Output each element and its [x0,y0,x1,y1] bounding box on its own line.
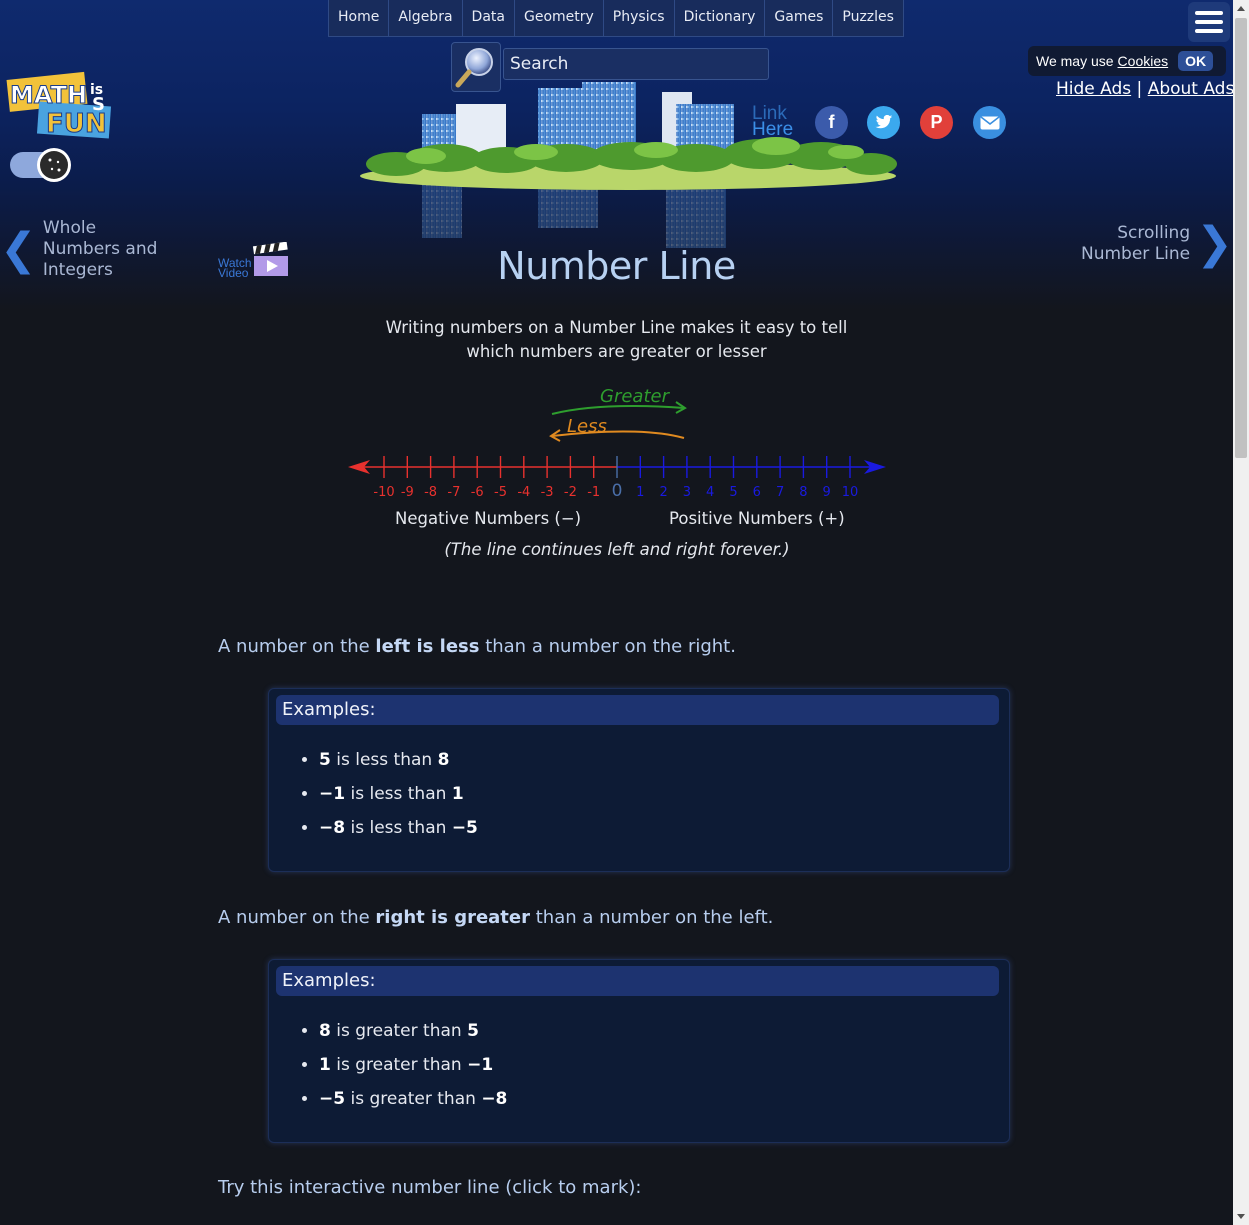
tick-label: 5 [729,485,737,500]
nav-puzzles[interactable]: Puzzles [833,0,903,36]
mathsisfun-logo: MATH is S FUN [6,71,112,140]
intro-line1: Writing numbers on a Number Line makes i… [385,318,848,337]
prev-line1: Whole [42,218,97,238]
interactive-intro: Try this interactive number line (click … [218,1177,642,1198]
about-ads-link[interactable]: About Ads [1148,79,1235,99]
tick-label: 6 [753,485,761,500]
email-icon[interactable] [973,106,1006,139]
examples-list: 8 is greater than 5 1 is greater than −1… [269,1014,1009,1116]
tick-label: -8 [424,485,437,500]
tick-label: -10 [373,485,394,500]
site-logo[interactable]: MATH is S FUN [6,70,114,142]
section-right-greater: A number on the right is greater than a … [218,907,773,928]
examples-header: Examples: [276,966,999,996]
tick-label: -2 [564,485,577,500]
cookie-text: We may use [1036,53,1114,69]
link-here-button[interactable]: Link Here [752,104,794,140]
section2-post: than a number on the left. [530,907,774,928]
intro-line2: which numbers are greater or lesser [466,342,767,361]
intro-text: Writing numbers on a Number Line makes i… [0,316,1233,364]
section2-bold: right is greater [375,907,530,928]
list-item: −1 is less than 1 [319,777,1009,811]
nav-games[interactable]: Games [765,0,834,36]
tick-label: -9 [401,485,414,500]
negative-numbers-label: Negative Numbers (−) [395,509,581,528]
pinterest-icon[interactable]: P [920,106,953,139]
list-item: −8 is less than −5 [319,811,1009,845]
menu-icon[interactable] [1188,2,1230,42]
zero-label: 0 [612,481,623,501]
section-left-less: A number on the left is less than a numb… [218,636,736,657]
list-item: 5 is less than 8 [319,743,1009,777]
tick-label: -3 [541,485,554,500]
list-item: −5 is greater than −8 [319,1082,1009,1116]
nav-geometry[interactable]: Geometry [515,0,604,36]
vertical-scrollbar[interactable] [1233,0,1249,1225]
hide-ads-link[interactable]: Hide Ads [1056,79,1131,99]
tick-label: -1 [587,485,600,500]
positive-numbers-label: Positive Numbers (+) [669,509,845,528]
tick-label: 2 [659,485,667,500]
nav-data[interactable]: Data [463,0,515,36]
greater-arrow [551,405,685,415]
tick-label: 10 [842,485,859,500]
section1-pre: A number on the [218,636,376,657]
tick-label: -4 [517,485,530,500]
nav-physics[interactable]: Physics [604,0,675,36]
page-title: Number Line [497,244,736,288]
less-label: Less [567,416,607,437]
twitter-icon[interactable] [867,106,900,139]
cookie-notice: We may use Cookies OK [1028,46,1226,76]
dark-mode-toggle[interactable] [10,146,74,184]
ads-links: Hide Ads | About Ads [1056,79,1234,99]
section2-pre: A number on the [218,907,376,928]
greater-label: Greater [600,386,671,407]
tick-label: 1 [636,485,644,500]
tick-label: 7 [776,485,784,500]
svg-text:MATH: MATH [10,81,87,109]
number-line-figure: Greater Less -10 -9 -8 -7 -6 -5 -4 -3 -2 -1 0 1 2 3 4 5… [340,378,900,568]
search-input[interactable] [503,48,769,80]
top-nav: Home Algebra Data Geometry Physics Dicti… [328,0,904,37]
examples-header: Examples: [276,695,999,725]
next-line1: Scrolling [1117,223,1191,243]
scrollbar-thumb[interactable] [1235,18,1247,458]
nav-dictionary[interactable]: Dictionary [675,0,766,36]
tick-label: 4 [706,485,714,500]
section1-bold: left is less [375,636,480,657]
ads-separator: | [1136,79,1143,99]
tick-label: 3 [683,485,691,500]
nav-algebra[interactable]: Algebra [389,0,463,36]
scroll-up-icon[interactable] [1237,6,1245,11]
svg-text:FUN: FUN [46,109,107,139]
scroll-down-icon[interactable] [1237,1214,1245,1219]
list-item: 1 is greater than −1 [319,1048,1009,1082]
cookie-ok-button[interactable]: OK [1178,51,1214,71]
cookies-link[interactable]: Cookies [1118,53,1169,69]
list-item: 8 is greater than 5 [319,1014,1009,1048]
figure-caption: (The line continues left and right forev… [444,540,789,559]
examples-list: 5 is less than 8 −1 is less than 1 −8 is… [269,743,1009,845]
tick-label: 9 [823,485,831,500]
number-line-diagram: Greater Less -10 -9 -8 -7 -6 -5 -4 -3 -2 -1 0 1 2 3 4 5… [348,386,886,559]
nav-home[interactable]: Home [329,0,390,36]
facebook-icon[interactable]: f [815,106,848,139]
tick-label: 8 [799,485,807,500]
tick-label: -7 [447,485,460,500]
section1-post: than a number on the right. [479,636,736,657]
examples-box-greater: Examples: 8 is greater than 5 1 is great… [268,959,1010,1143]
examples-box-less: Examples: 5 is less than 8 −1 is less th… [268,688,1010,872]
link-here-line2: Here [752,119,794,140]
city-island-banner [356,78,900,258]
tick-label: -5 [494,485,507,500]
tick-label: -6 [471,485,484,500]
